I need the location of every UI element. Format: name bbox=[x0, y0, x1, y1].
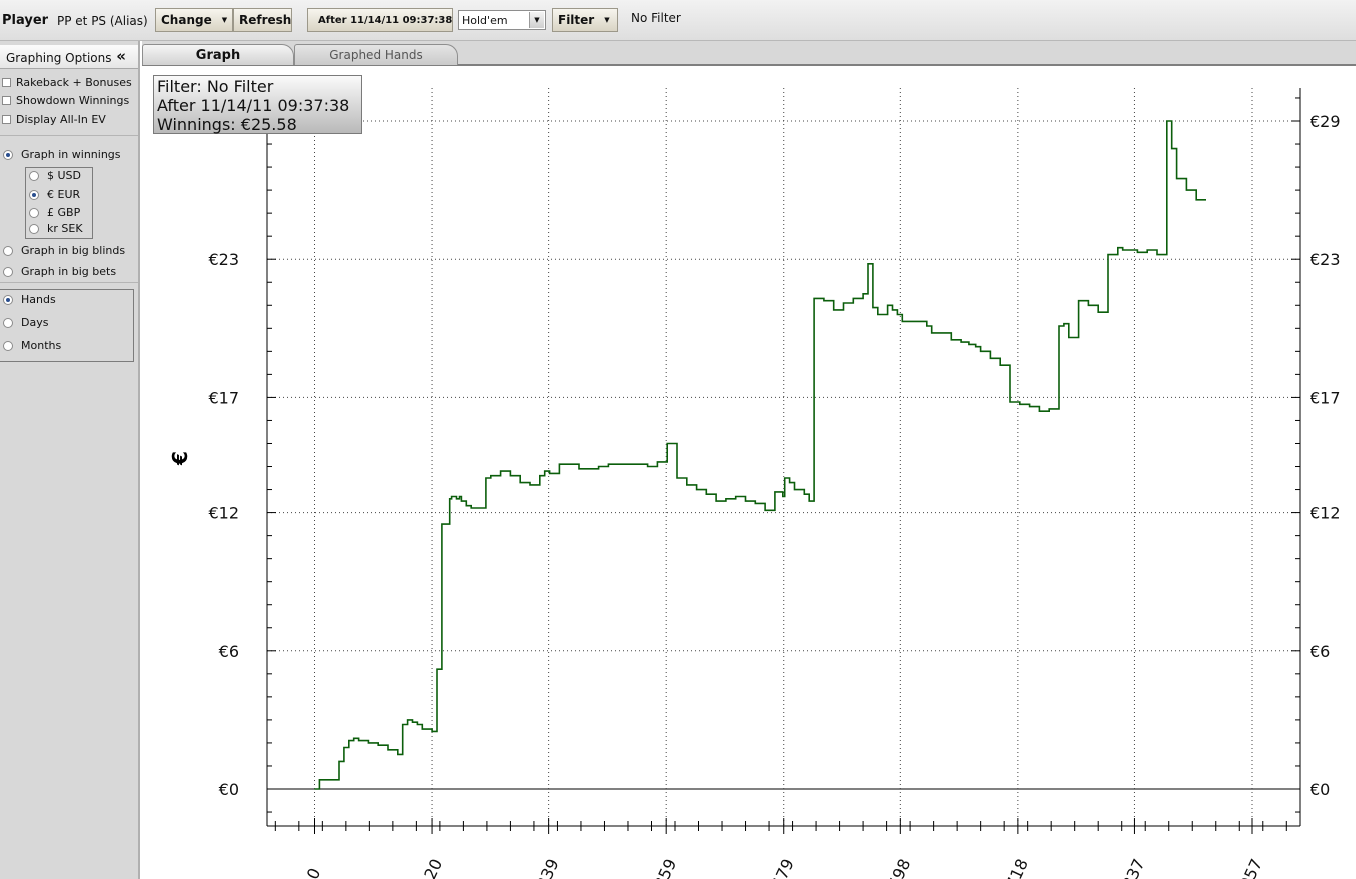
collapse-icon[interactable]: « bbox=[116, 47, 126, 65]
date-filter-button[interactable]: After 11/14/11 09:37:38 bbox=[307, 8, 453, 32]
radio-circle[interactable] bbox=[3, 294, 13, 305]
graph-in-winnings-radio[interactable]: Graph in winnings bbox=[0, 148, 121, 161]
currency-sek-radio[interactable]: kr SEK bbox=[26, 222, 83, 235]
graphing-options-title: Graphing Options bbox=[6, 51, 112, 65]
graph-in-big-blinds-label: Graph in big blinds bbox=[21, 244, 126, 257]
checkbox-box[interactable] bbox=[2, 96, 11, 105]
x-tick-label: 0 bbox=[303, 865, 325, 879]
unit-days-label: Days bbox=[21, 316, 49, 329]
player-name: PP et PS (Alias) bbox=[57, 14, 148, 28]
tab-graph-label: Graph bbox=[195, 47, 241, 63]
x-tick-label: 120 bbox=[416, 856, 446, 879]
currency-gbp-radio[interactable]: £ GBP bbox=[26, 206, 80, 219]
y-tick-label-left: €23 bbox=[208, 250, 239, 269]
checkbox-box[interactable] bbox=[2, 78, 11, 87]
currency-usd-label: $ USD bbox=[47, 169, 81, 182]
refresh-button[interactable]: Refresh bbox=[233, 8, 292, 32]
radio-circle[interactable] bbox=[29, 170, 39, 181]
radio-circle[interactable] bbox=[29, 223, 39, 234]
y-tick-label-left: €12 bbox=[208, 504, 239, 523]
filter-status-text: No Filter bbox=[631, 11, 681, 25]
x-tick-label: 957 bbox=[1236, 856, 1266, 879]
dropdown-arrow-icon: ▼ bbox=[221, 16, 228, 24]
winnings-line bbox=[314, 120, 1206, 790]
change-button[interactable]: Change ▼ bbox=[155, 8, 233, 32]
view-tabs: Graph Graphed Hands bbox=[142, 41, 1356, 66]
info-winnings-label: Winnings: bbox=[157, 115, 236, 134]
filter-button-label: Filter bbox=[558, 13, 595, 27]
filter-button[interactable]: Filter ▼ bbox=[552, 8, 618, 32]
refresh-button-label: Refresh bbox=[239, 13, 292, 27]
graphing-options-panel: Graphing Options « Rakeback + Bonuses Sh… bbox=[0, 41, 140, 879]
graph-in-big-blinds-radio[interactable]: Graph in big blinds bbox=[0, 244, 125, 257]
rakeback-checkbox[interactable]: Rakeback + Bonuses bbox=[0, 76, 132, 89]
tab-graphed-hands[interactable]: Graphed Hands bbox=[294, 44, 458, 65]
currency-eur-label: € EUR bbox=[47, 188, 81, 201]
y-tick-label-right: €23 bbox=[1310, 250, 1341, 269]
y-tick-label-right: €29 bbox=[1310, 112, 1341, 131]
x-tick-label: 718 bbox=[1002, 856, 1032, 879]
info-winnings-value: €25.58 bbox=[240, 115, 297, 134]
player-label: Player bbox=[2, 13, 49, 28]
unit-hands-label: Hands bbox=[21, 293, 56, 306]
radio-circle[interactable] bbox=[3, 245, 13, 256]
currency-eur-radio[interactable]: € EUR bbox=[26, 188, 80, 201]
y-tick-label-right: €17 bbox=[1310, 388, 1341, 407]
game-type-select[interactable]: Hold'em ▼ bbox=[458, 10, 546, 30]
radio-circle[interactable] bbox=[29, 207, 39, 218]
graphing-options-header: Graphing Options « bbox=[0, 45, 138, 69]
unit-months-radio[interactable]: Months bbox=[0, 339, 61, 352]
radio-circle[interactable] bbox=[29, 189, 39, 200]
graph-in-big-bets-radio[interactable]: Graph in big bets bbox=[0, 265, 116, 278]
game-type-value: Hold'em bbox=[462, 13, 508, 27]
dropdown-arrow-icon: ▼ bbox=[604, 16, 610, 24]
radio-circle[interactable] bbox=[3, 149, 13, 160]
change-button-label: Change bbox=[161, 13, 212, 27]
unit-hands-radio[interactable]: Hands bbox=[0, 293, 56, 306]
showdown-winnings-checkbox[interactable]: Showdown Winnings bbox=[0, 94, 129, 107]
date-filter-label: After 11/14/11 09:37:38 bbox=[318, 14, 453, 26]
allin-ev-checkbox[interactable]: Display All-In EV bbox=[0, 113, 106, 126]
x-tick-label: 359 bbox=[650, 856, 680, 879]
checkbox-box[interactable] bbox=[2, 115, 11, 124]
y-tick-label-right: €0 bbox=[1310, 780, 1330, 799]
x-tick-label: 479 bbox=[768, 856, 798, 879]
info-filter-label: Filter: bbox=[157, 77, 202, 96]
y-axis-label: € bbox=[168, 451, 192, 466]
allin-ev-label: Display All-In EV bbox=[16, 113, 106, 126]
graph-info-box: Filter: No Filter After 11/14/11 09:37:3… bbox=[153, 75, 362, 134]
radio-circle[interactable] bbox=[3, 340, 13, 351]
unit-months-label: Months bbox=[21, 339, 62, 352]
info-date-range: After 11/14/11 09:37:38 bbox=[157, 96, 350, 115]
winnings-chart: €0€0€6€6€12€12€17€17€23€23€29€2901202393… bbox=[168, 88, 1341, 879]
divider bbox=[0, 135, 138, 136]
y-tick-label-right: €12 bbox=[1310, 504, 1341, 523]
y-tick-label-right: €6 bbox=[1310, 642, 1330, 661]
graph-in-big-bets-label: Graph in big bets bbox=[21, 265, 117, 278]
chart-grid bbox=[267, 88, 1300, 826]
graph-in-winnings-label: Graph in winnings bbox=[21, 148, 121, 161]
tab-graphed-hands-label: Graphed Hands bbox=[329, 48, 423, 62]
x-tick-label: 239 bbox=[533, 856, 563, 879]
currency-gbp-label: £ GBP bbox=[47, 206, 81, 219]
toolbar: Player PP et PS (Alias) Change ▼ Refresh… bbox=[0, 0, 1356, 41]
x-tick-label: 837 bbox=[1118, 856, 1148, 879]
currency-usd-radio[interactable]: $ USD bbox=[26, 169, 81, 182]
currency-sek-label: kr SEK bbox=[47, 222, 83, 235]
chevron-down-icon[interactable]: ▼ bbox=[529, 12, 544, 28]
x-tick-label: 598 bbox=[884, 856, 914, 879]
tab-graph[interactable]: Graph bbox=[142, 44, 294, 65]
y-tick-label-left: €0 bbox=[219, 780, 239, 799]
divider bbox=[0, 282, 138, 283]
showdown-winnings-label: Showdown Winnings bbox=[16, 94, 130, 107]
graph-panel: €0€0€6€6€12€12€17€17€23€23€29€2901202393… bbox=[142, 66, 1356, 879]
info-filter-value: No Filter bbox=[206, 77, 274, 96]
radio-circle[interactable] bbox=[3, 317, 13, 328]
rakeback-label: Rakeback + Bonuses bbox=[16, 76, 132, 89]
chart-series bbox=[314, 120, 1206, 790]
y-tick-label-left: €6 bbox=[219, 642, 239, 661]
radio-circle[interactable] bbox=[3, 266, 13, 277]
unit-days-radio[interactable]: Days bbox=[0, 316, 48, 329]
y-tick-label-left: €17 bbox=[208, 388, 239, 407]
